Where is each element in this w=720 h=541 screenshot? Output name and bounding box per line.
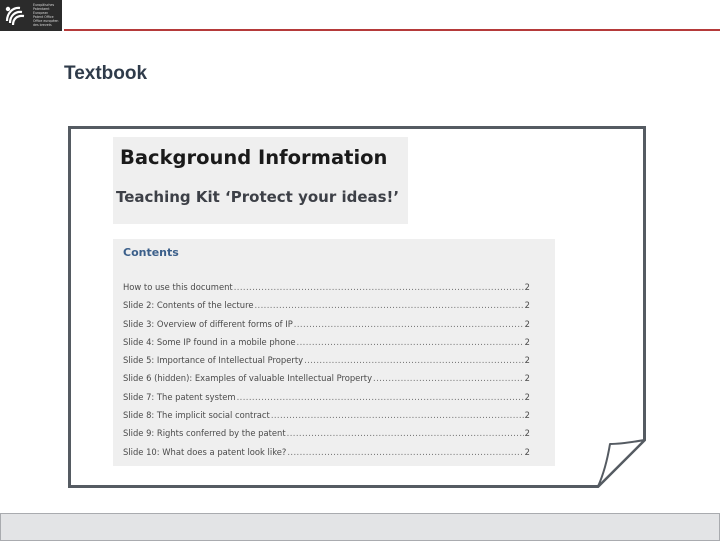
toc-entry-page: 2 [524,410,530,421]
document-heading: Background Information Teaching Kit ‘Pro… [113,137,408,224]
toc-leader-dots: ........................................… [270,410,524,421]
toc-heading: Contents [123,246,179,259]
header-divider [64,29,720,31]
toc-entry-page: 2 [524,391,530,402]
toc-entry: Slide 3: Overview of different forms of … [123,319,530,337]
toc-entry-label: Slide 4: Some IP found in a mobile phone [123,336,296,347]
toc-entry-page: 2 [524,428,530,439]
toc-entry: Slide 10: What does a patent look like? … [123,447,530,465]
toc-entry-label: Slide 10: What does a patent look like? [123,446,287,457]
epo-logo-icon [5,6,25,26]
toc-leader-dots: ........................................… [254,300,523,311]
toc-entry: Slide 5: Importance of Intellectual Prop… [123,355,530,373]
toc-entry: Slide 9: Rights conferred by the patent … [123,428,530,446]
toc-entry-label: How to use this document [123,282,233,292]
toc-entry-page: 2 [524,373,530,384]
toc-leader-dots: ........................................… [233,282,524,292]
toc-entry-page: 2 [524,446,530,457]
toc-entry-page: 2 [524,336,530,347]
toc-entry-label: Slide 8: The implicit social contract [123,410,270,421]
toc-entry-page: 2 [524,282,530,292]
toc-list: How to use this document ...............… [123,282,530,465]
toc-entry-label: Slide 9: Rights conferred by the patent [123,428,286,439]
logo-line: des brevets [33,23,52,27]
footer-bar [0,513,720,541]
document-title: Background Information [120,146,388,169]
toc-leader-dots: ........................................… [304,355,524,366]
toc-entry: Slide 6 (hidden): Examples of valuable I… [123,373,530,391]
toc-entry: How to use this document ...............… [123,282,530,300]
toc-entry-label: Slide 5: Importance of Intellectual Prop… [123,355,304,366]
toc-leader-dots: ........................................… [293,318,524,329]
toc-entry-page: 2 [524,300,530,311]
document-subtitle: Teaching Kit ‘Protect your ideas!’ [116,188,400,206]
toc-leader-dots: ........................................… [373,373,524,384]
toc-entry-label: Slide 6 (hidden): Examples of valuable I… [123,373,373,384]
toc-entry-page: 2 [524,355,530,366]
toc-entry-label: Slide 7: The patent system [123,391,236,402]
epo-logo: Europäisches Patentamt European Patent O… [0,0,62,31]
toc-entry: Slide 4: Some IP found in a mobile phone… [123,337,530,355]
toc-leader-dots: ........................................… [286,428,524,439]
toc-entry: Slide 7: The patent system .............… [123,392,530,410]
toc-entry-page: 2 [524,318,530,329]
toc-leader-dots: ........................................… [287,446,524,457]
toc-entry-label: Slide 2: Contents of the lecture [123,300,254,311]
table-of-contents: Contents How to use this document ......… [113,239,555,466]
toc-entry: Slide 8: The implicit social contract ..… [123,410,530,428]
slide-title: Textbook [64,63,148,84]
toc-leader-dots: ........................................… [236,391,524,402]
logo-wordmark: Europäisches Patentamt European Patent O… [33,3,61,27]
toc-leader-dots: ........................................… [296,336,524,347]
toc-entry: Slide 2: Contents of the lecture .......… [123,300,530,318]
toc-entry-label: Slide 3: Overview of different forms of … [123,318,293,329]
